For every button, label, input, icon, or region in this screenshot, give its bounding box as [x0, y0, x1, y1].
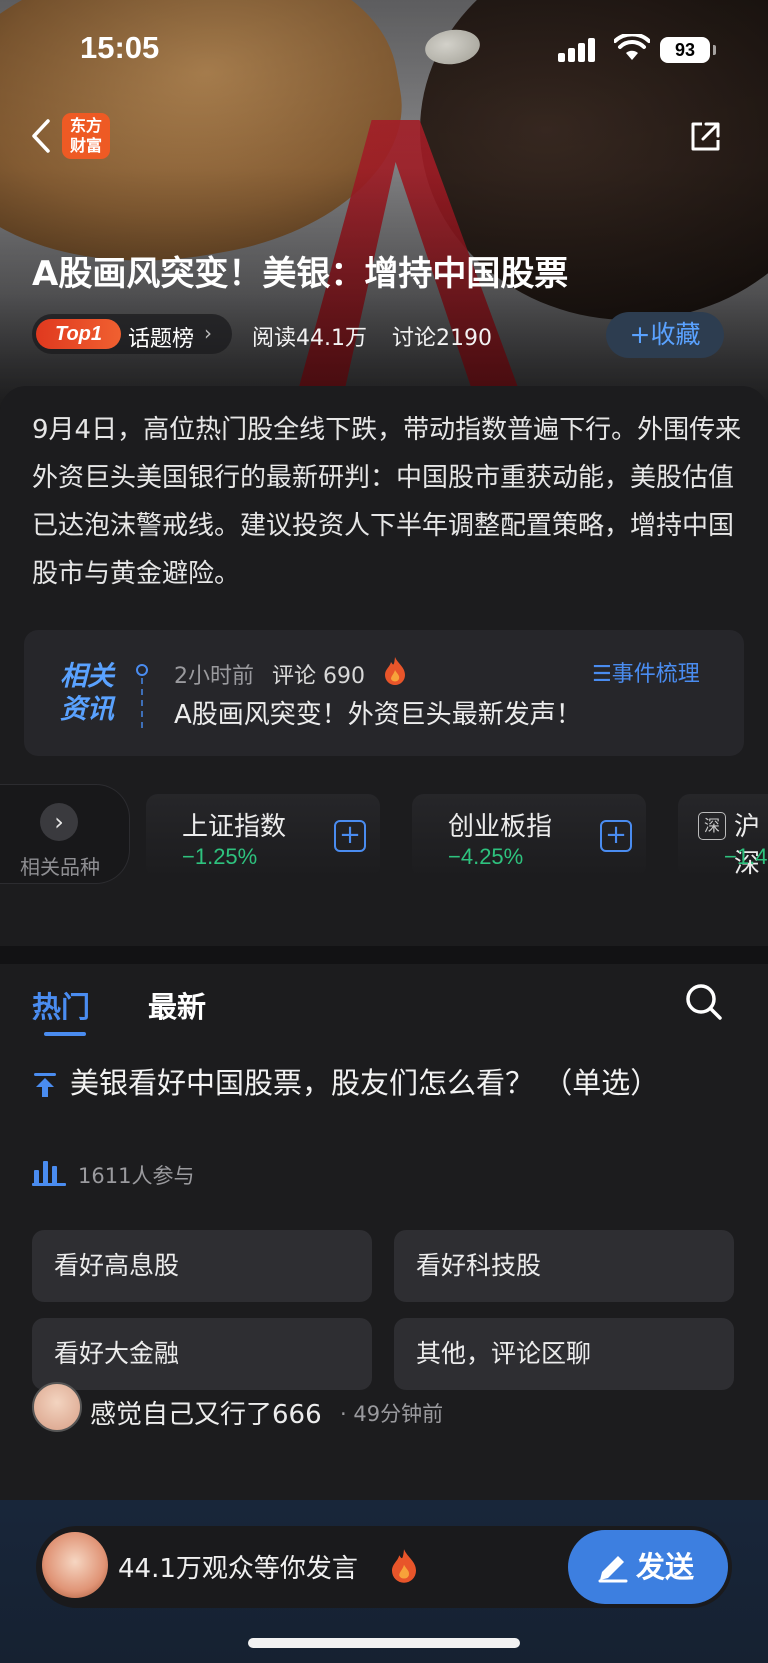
- send-button-label: 发送: [636, 1550, 695, 1584]
- news-comment-count: 评论 690: [272, 664, 365, 689]
- poll-participant-count: 1611人参与: [78, 1164, 195, 1188]
- favorite-button[interactable]: +收藏: [606, 312, 724, 358]
- topic-meta-row: Top1 话题榜 › 阅读44.1万 讨论2190 +收藏: [32, 312, 742, 358]
- clock: 15:05: [80, 30, 160, 65]
- app-logo-text: 东方财富: [69, 116, 102, 155]
- discussion-count: 讨论2190: [392, 326, 492, 351]
- top1-badge: Top1: [36, 319, 121, 349]
- chevron-right-icon: ›: [204, 321, 212, 345]
- comment-time: · 49分钟前: [340, 1402, 444, 1426]
- timeline-dot: [136, 664, 148, 676]
- related-news-label-line2: 资讯: [60, 694, 114, 725]
- product-card-shanghai-index[interactable]: 上证指数 −1.25% +: [146, 794, 380, 878]
- news-headline[interactable]: A股画风突变！外资巨头最新发声！: [174, 694, 582, 731]
- comment-input-placeholder: 44.1万观众等你发言: [118, 1554, 358, 1584]
- topic-rank-pill[interactable]: Top1 话题榜 ›: [32, 314, 232, 354]
- bar-chart-icon: [32, 1161, 66, 1186]
- tab-hot[interactable]: 热门: [32, 984, 90, 1026]
- event-timeline-link[interactable]: ☰事件梳理: [592, 656, 700, 688]
- search-icon[interactable]: [684, 982, 724, 1022]
- send-button[interactable]: 发送: [568, 1530, 728, 1604]
- related-products-expander[interactable]: › 相关品种: [0, 784, 130, 884]
- fire-icon: [392, 1549, 416, 1583]
- related-news-card[interactable]: 相关 资讯 2小时前 评论 690 ☰事件梳理 A股画风突变！外资巨头最新发声！: [24, 630, 744, 756]
- home-indicator: [248, 1638, 520, 1648]
- cellular-signal-icon: [558, 36, 600, 62]
- poll-question: 美银看好中国股票，股友们怎么看？ （单选）: [70, 1066, 660, 1100]
- tab-latest[interactable]: 最新: [148, 984, 206, 1026]
- product-card-hs-index[interactable]: 深 沪深 −1.4: [678, 794, 768, 879]
- related-news-label: 相关 资讯: [60, 660, 122, 726]
- market-tag: 深: [698, 812, 726, 840]
- avatar: [42, 1532, 108, 1598]
- product-change: −4.25%: [448, 844, 524, 869]
- hero-banner: 15:05 93 东方财富 A股画风突变！美银：增持中国股票 Top1 话题榜 …: [0, 0, 768, 420]
- product-card-chinext-index[interactable]: 创业板指 −4.25% +: [412, 794, 646, 878]
- topic-rank-label: 话题榜: [128, 327, 195, 352]
- topic-content-card: 9月4日，高位热门股全线下跌，带动指数普遍下行。外围传来外资巨头美国银行的最新研…: [0, 386, 768, 946]
- add-watchlist-icon[interactable]: +: [600, 820, 632, 852]
- timeline-line: [141, 678, 143, 728]
- news-time: 2小时前: [174, 664, 254, 689]
- product-name: 创业板指: [448, 812, 553, 842]
- comment-text[interactable]: 感觉自己又行了666: [90, 1394, 322, 1431]
- battery-icon: 93: [660, 37, 716, 63]
- wifi-icon: [614, 34, 650, 60]
- add-watchlist-icon[interactable]: +: [334, 820, 366, 852]
- page-title: A股画风突变！美银：增持中国股票: [32, 254, 569, 294]
- poll-option[interactable]: 其他，评论区聊: [394, 1318, 734, 1390]
- share-icon[interactable]: [688, 120, 722, 154]
- comment-input[interactable]: 44.1万观众等你发言 发送: [36, 1526, 732, 1608]
- topic-summary: 9月4日，高位热门股全线下跌，带动指数普遍下行。外围传来外资巨头美国银行的最新研…: [32, 415, 742, 589]
- poll-option[interactable]: 看好大金融: [32, 1318, 372, 1390]
- app-logo[interactable]: 东方财富: [62, 113, 110, 159]
- related-products-row: › 相关品种 上证指数 −1.25% + 创业板指 −4.25% + 深 沪深 …: [0, 784, 768, 884]
- top-pin-icon: [34, 1073, 56, 1097]
- comment-input-bar: 44.1万观众等你发言 发送: [0, 1500, 768, 1663]
- related-news-label-line1: 相关: [60, 661, 114, 692]
- product-name: 上证指数: [182, 812, 287, 842]
- fire-icon: [385, 657, 405, 685]
- read-count: 阅读44.1万: [252, 326, 367, 351]
- chevron-right-icon: ›: [40, 803, 78, 841]
- product-change: −1.4: [724, 844, 768, 869]
- status-bar: 15:05 93: [0, 0, 768, 100]
- pencil-icon: [598, 1556, 628, 1583]
- avatar[interactable]: [32, 1382, 82, 1432]
- product-change: −1.25%: [182, 844, 258, 869]
- active-tab-indicator: [44, 1032, 86, 1036]
- poll-option[interactable]: 看好高息股: [32, 1230, 372, 1302]
- related-products-label: 相关品种: [20, 855, 100, 879]
- poll-option[interactable]: 看好科技股: [394, 1230, 734, 1302]
- back-arrow-icon[interactable]: [24, 116, 60, 156]
